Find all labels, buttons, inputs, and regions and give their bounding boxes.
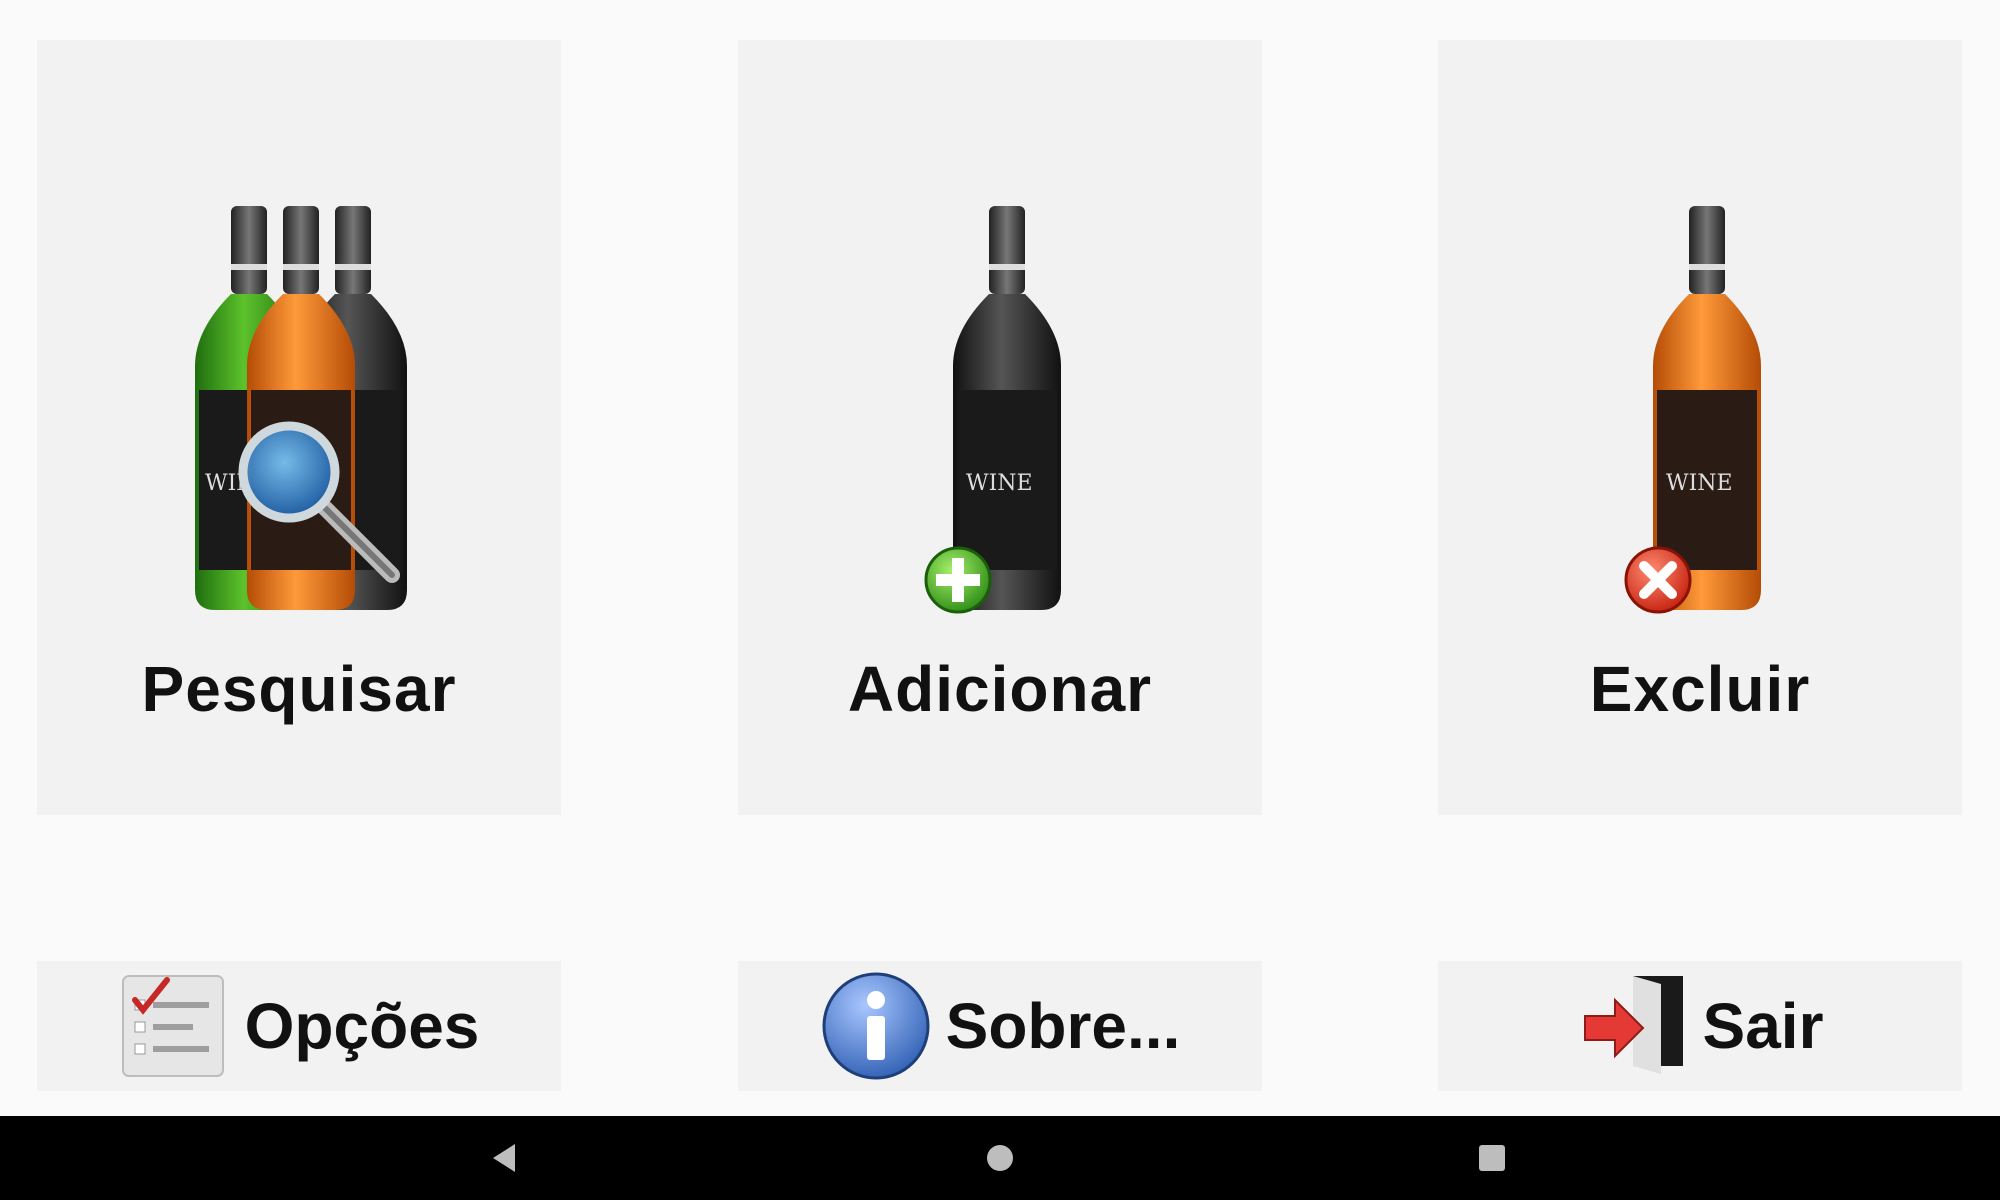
- delete-badge-icon: [1624, 546, 1692, 614]
- exit-button[interactable]: Sair: [1438, 961, 1962, 1091]
- bottle-label-text: WINE: [1666, 471, 1733, 496]
- checklist-icon: [121, 975, 224, 1077]
- options-label: Opções: [244, 990, 480, 1062]
- delete-tile[interactable]: WINE Excluir: [1438, 40, 1962, 815]
- bottle-label-text: WINE: [966, 471, 1033, 496]
- exit-door-icon: [1583, 976, 1683, 1074]
- add-tile[interactable]: WINE Adicionar: [738, 40, 1262, 815]
- options-button[interactable]: Opções: [37, 961, 561, 1091]
- wine-bottle-add-icon: WINE: [924, 206, 1061, 614]
- info-icon: [822, 972, 930, 1080]
- delete-label: Excluir: [1589, 653, 1811, 725]
- home-button[interactable]: [940, 1116, 1060, 1200]
- search-label: Pesquisar: [141, 653, 457, 725]
- back-button[interactable]: [445, 1116, 565, 1200]
- wine-bottle-delete-icon: WINE: [1624, 206, 1761, 614]
- back-icon: [493, 1144, 515, 1172]
- exit-label: Sair: [1702, 990, 1824, 1062]
- home-icon: [987, 1145, 1013, 1171]
- plus-badge-icon: [924, 546, 992, 614]
- wine-bottles-search-icon: WINE: [195, 206, 407, 610]
- about-button[interactable]: Sobre...: [738, 961, 1262, 1091]
- recents-button[interactable]: [1432, 1116, 1552, 1200]
- add-label: Adicionar: [847, 653, 1153, 725]
- search-tile[interactable]: WINE Pesquisar: [37, 40, 561, 815]
- navigation-bar: [0, 1116, 2000, 1200]
- about-label: Sobre...: [945, 990, 1181, 1062]
- recents-icon: [1479, 1145, 1505, 1171]
